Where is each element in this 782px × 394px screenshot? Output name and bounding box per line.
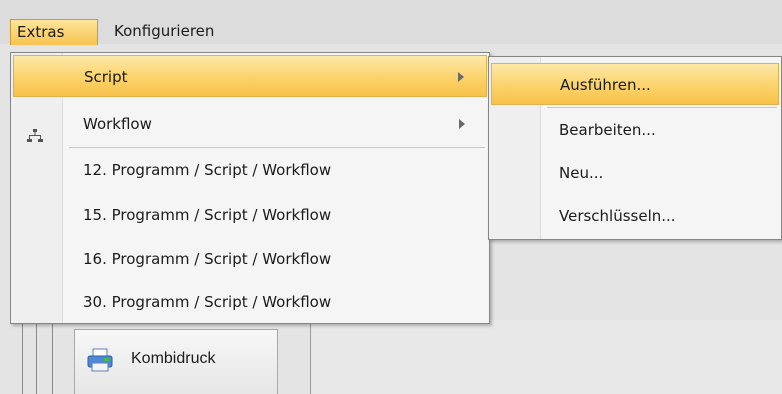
menu-item-recent-15[interactable]: 15. Programm / Script / Workflow [13, 194, 487, 236]
menu-item-script[interactable]: Script [13, 55, 487, 97]
menu-item-label: Verschlüsseln... [559, 207, 676, 225]
printer-icon [87, 348, 113, 372]
menu-item-label: Workflow [83, 115, 152, 133]
script-submenu: Ausführen... Bearbeiten... Neu... Versch… [488, 56, 782, 240]
menu-extras[interactable]: Extras [10, 19, 98, 45]
menu-item-bearbeiten[interactable]: Bearbeiten... [491, 109, 779, 151]
panel-divider [22, 320, 23, 394]
menu-item-neu[interactable]: Neu... [491, 152, 779, 194]
menu-item-ausfuehren[interactable]: Ausführen... [491, 63, 779, 105]
menu-item-label: 12. Programm / Script / Workflow [83, 161, 332, 179]
menu-separator [69, 147, 485, 148]
menu-item-label: 30. Programm / Script / Workflow [83, 293, 332, 311]
menu-item-label: 15. Programm / Script / Workflow [83, 206, 332, 224]
submenu-arrow-icon [458, 72, 464, 82]
menu-item-recent-12[interactable]: 12. Programm / Script / Workflow [13, 149, 487, 191]
menu-konfigurieren[interactable]: Konfigurieren [108, 19, 220, 45]
menu-item-label: Neu... [559, 164, 604, 182]
submenu-arrow-icon [459, 119, 465, 129]
menu-separator [547, 107, 777, 108]
menu-item-label: Ausführen... [560, 76, 651, 94]
menu-item-recent-16[interactable]: 16. Programm / Script / Workflow [13, 238, 487, 280]
menu-item-verschluesseln[interactable]: Verschlüsseln... [491, 195, 779, 237]
extras-dropdown-menu: Script Workflow 12. Programm / Script / … [10, 52, 490, 324]
menu-item-label: 16. Programm / Script / Workflow [83, 250, 332, 268]
content-area [310, 320, 782, 394]
kombidruck-button[interactable]: Kombidruck [74, 329, 278, 394]
panel-divider [52, 320, 53, 394]
menu-item-label: Bearbeiten... [559, 121, 656, 139]
menu-item-recent-30[interactable]: 30. Programm / Script / Workflow [13, 281, 487, 323]
panel-divider [36, 320, 37, 394]
kombidruck-label: Kombidruck [131, 350, 216, 367]
menu-bar: Extras Konfigurieren [0, 0, 782, 45]
menu-item-label: Script [84, 68, 128, 86]
workflow-icon [27, 117, 43, 142]
menu-item-workflow[interactable]: Workflow [13, 103, 487, 145]
